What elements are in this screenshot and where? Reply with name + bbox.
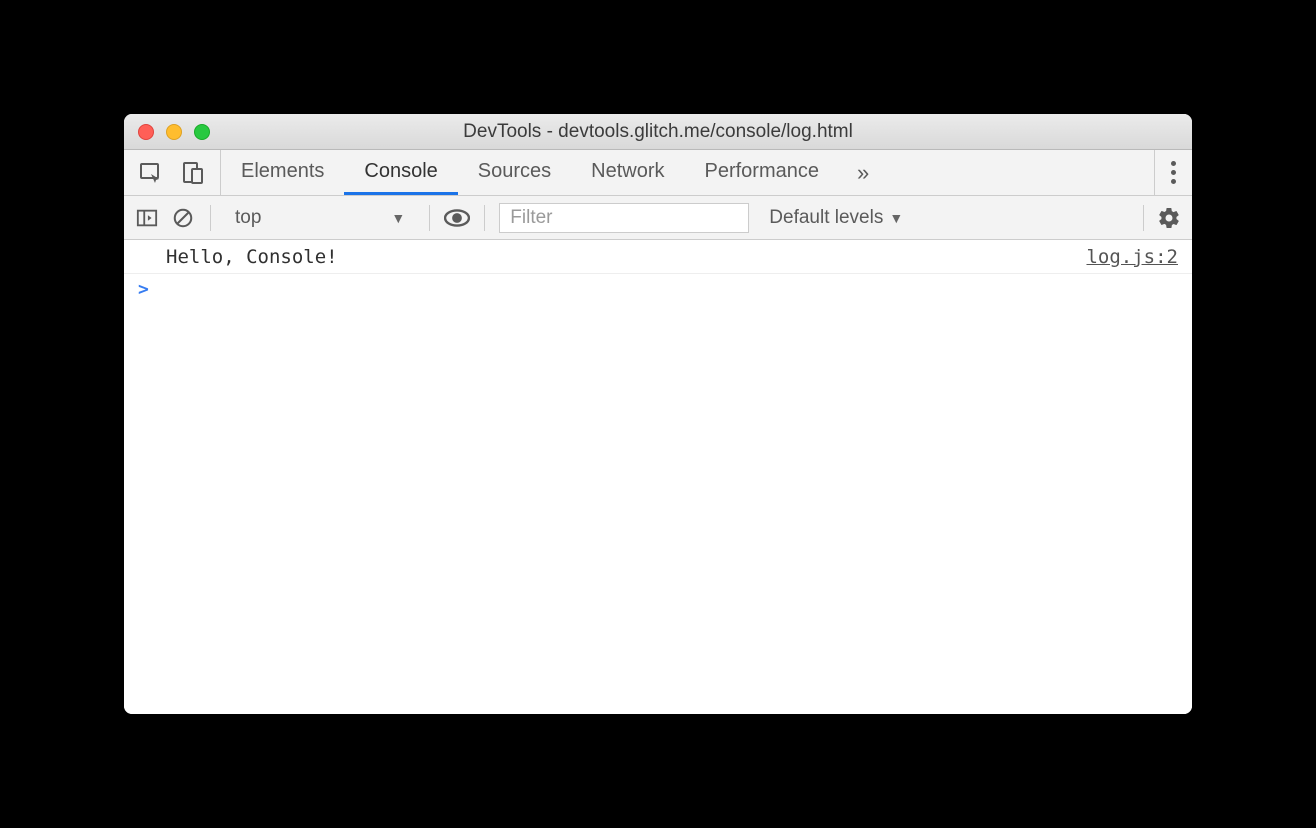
tab-performance[interactable]: Performance bbox=[685, 150, 840, 195]
console-toolbar: top ▼ Default levels ▼ bbox=[124, 196, 1192, 240]
inspect-tools bbox=[124, 150, 221, 195]
console-output: Hello, Console! log.js:2 > bbox=[124, 240, 1192, 714]
zoom-window-button[interactable] bbox=[194, 124, 210, 140]
toggle-console-sidebar-icon[interactable] bbox=[134, 205, 160, 231]
chevron-double-right-icon: » bbox=[857, 160, 869, 186]
separator bbox=[484, 205, 485, 231]
titlebar: DevTools - devtools.glitch.me/console/lo… bbox=[124, 114, 1192, 150]
tab-network[interactable]: Network bbox=[571, 150, 684, 195]
live-expression-icon[interactable] bbox=[444, 205, 470, 231]
main-tabs-row: Elements Console Sources Network Perform… bbox=[124, 150, 1192, 196]
separator bbox=[210, 205, 211, 231]
tab-console[interactable]: Console bbox=[344, 150, 457, 195]
console-settings-icon[interactable] bbox=[1156, 205, 1182, 231]
log-row: Hello, Console! log.js:2 bbox=[124, 240, 1192, 274]
tab-label: Console bbox=[364, 160, 437, 183]
tab-label: Performance bbox=[705, 160, 820, 183]
more-tabs-button[interactable]: » bbox=[839, 150, 887, 195]
log-source-link[interactable]: log.js:2 bbox=[1086, 246, 1178, 268]
tab-sources[interactable]: Sources bbox=[458, 150, 571, 195]
close-window-button[interactable] bbox=[138, 124, 154, 140]
filter-input[interactable] bbox=[499, 203, 749, 233]
clear-console-icon[interactable] bbox=[170, 205, 196, 231]
chevron-down-icon: ▼ bbox=[391, 210, 405, 226]
tab-label: Network bbox=[591, 160, 664, 183]
log-message: Hello, Console! bbox=[166, 246, 1086, 268]
log-levels-select[interactable]: Default levels ▼ bbox=[759, 207, 913, 229]
minimize-window-button[interactable] bbox=[166, 124, 182, 140]
tab-elements[interactable]: Elements bbox=[221, 150, 344, 195]
devtools-window: DevTools - devtools.glitch.me/console/lo… bbox=[124, 114, 1192, 714]
inspect-element-icon[interactable] bbox=[138, 160, 164, 186]
traffic-lights bbox=[124, 124, 210, 140]
main-tabs: Elements Console Sources Network Perform… bbox=[221, 150, 839, 195]
separator bbox=[429, 205, 430, 231]
prompt-caret-icon: > bbox=[138, 279, 149, 300]
chevron-down-icon: ▼ bbox=[889, 210, 903, 226]
tab-label: Sources bbox=[478, 160, 551, 183]
tab-label: Elements bbox=[241, 160, 324, 183]
tabs-right bbox=[1154, 150, 1192, 195]
window-title: DevTools - devtools.glitch.me/console/lo… bbox=[124, 121, 1192, 143]
console-prompt-row[interactable]: > bbox=[124, 274, 1192, 304]
context-label: top bbox=[235, 207, 261, 229]
device-toolbar-icon[interactable] bbox=[180, 160, 206, 186]
levels-label: Default levels bbox=[769, 207, 883, 229]
execution-context-select[interactable]: top ▼ bbox=[225, 207, 415, 229]
toolbar-right bbox=[1143, 205, 1182, 231]
kebab-menu-icon[interactable] bbox=[1171, 161, 1176, 184]
